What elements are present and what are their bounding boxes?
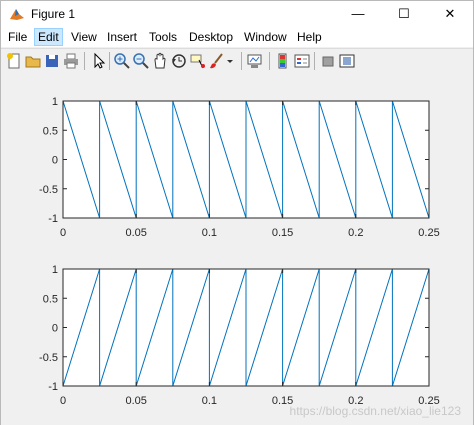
y-tick-label: -1 xyxy=(48,213,58,225)
insert-colorbar-icon[interactable] xyxy=(274,52,292,70)
x-tick-label: 0.1 xyxy=(202,227,217,239)
new-figure-icon[interactable] xyxy=(5,52,23,70)
toolbar-separator xyxy=(109,52,110,70)
insert-legend-icon[interactable] xyxy=(293,52,311,70)
menu-file[interactable]: File xyxy=(5,29,30,45)
toolbar-separator xyxy=(241,52,242,70)
menu-insert[interactable]: Insert xyxy=(104,29,140,45)
y-tick-label: 1 xyxy=(52,96,58,108)
menu-window[interactable]: Window xyxy=(241,29,290,45)
y-tick-label: 0 xyxy=(52,155,58,167)
window-title: Figure 1 xyxy=(31,7,76,21)
rotate-3d-icon[interactable] xyxy=(170,52,188,70)
y-tick-label: 0.5 xyxy=(43,293,58,305)
x-tick-label: 0 xyxy=(60,227,66,239)
watermark: https://blog.csdn.net/xiao_lie123 xyxy=(289,404,461,418)
title-bar: Figure 1 — ☐ ✕ xyxy=(1,1,473,27)
y-tick-label: 0.5 xyxy=(43,125,58,137)
toolbar-separator xyxy=(269,52,270,70)
y-tick-label: 1 xyxy=(52,264,58,276)
maximize-button[interactable]: ☐ xyxy=(381,1,427,27)
x-tick-label: 0.2 xyxy=(348,227,363,239)
menu-desktop[interactable]: Desktop xyxy=(186,29,236,45)
menu-tools[interactable]: Tools xyxy=(146,29,180,45)
open-file-icon[interactable] xyxy=(24,52,42,70)
print-icon[interactable] xyxy=(62,52,80,70)
brush-icon[interactable] xyxy=(208,52,226,70)
link-plot-icon[interactable] xyxy=(246,52,264,70)
save-icon[interactable] xyxy=(43,52,61,70)
menu-view[interactable]: View xyxy=(68,29,100,45)
x-tick-label: 0.1 xyxy=(202,395,217,407)
figure-window: Figure 1 — ☐ ✕ File Edit View Insert Too… xyxy=(0,0,474,425)
edit-plot-icon[interactable] xyxy=(89,52,107,70)
toolbar-separator xyxy=(314,52,315,70)
figure-canvas[interactable]: 0 0.05 0.1 0.15 0.2 0.25 1 0.5 0 -0.5 -1 0 0.05 0.1 0.… xyxy=(1,73,473,425)
y-tick-label: -1 xyxy=(48,381,58,393)
y-tick-label: -0.5 xyxy=(39,352,58,364)
matlab-app-icon xyxy=(9,7,25,21)
pan-icon[interactable] xyxy=(151,52,169,70)
brush-dropdown-icon[interactable] xyxy=(225,52,235,70)
x-tick-label: 0.15 xyxy=(272,227,293,239)
show-plot-tools-icon[interactable] xyxy=(338,52,356,70)
menu-edit[interactable]: Edit xyxy=(34,28,63,46)
y-tick-label: 0 xyxy=(52,323,58,335)
x-tick-label: 0.05 xyxy=(125,395,146,407)
zoom-out-icon[interactable] xyxy=(132,52,150,70)
close-button[interactable]: ✕ xyxy=(427,1,473,27)
minimize-button[interactable]: — xyxy=(335,1,381,27)
hide-plot-tools-icon[interactable] xyxy=(319,52,337,70)
x-tick-label: 0 xyxy=(60,395,66,407)
menu-bar: File Edit View Insert Tools Desktop Wind… xyxy=(1,27,473,47)
y-tick-label: -0.5 xyxy=(39,184,58,196)
zoom-in-icon[interactable] xyxy=(113,52,131,70)
figure-toolbar xyxy=(1,48,473,74)
x-tick-label: 0.25 xyxy=(418,227,439,239)
data-cursor-icon[interactable] xyxy=(189,52,207,70)
toolbar-separator xyxy=(84,52,85,70)
x-tick-label: 0.05 xyxy=(125,227,146,239)
menu-help[interactable]: Help xyxy=(294,29,325,45)
